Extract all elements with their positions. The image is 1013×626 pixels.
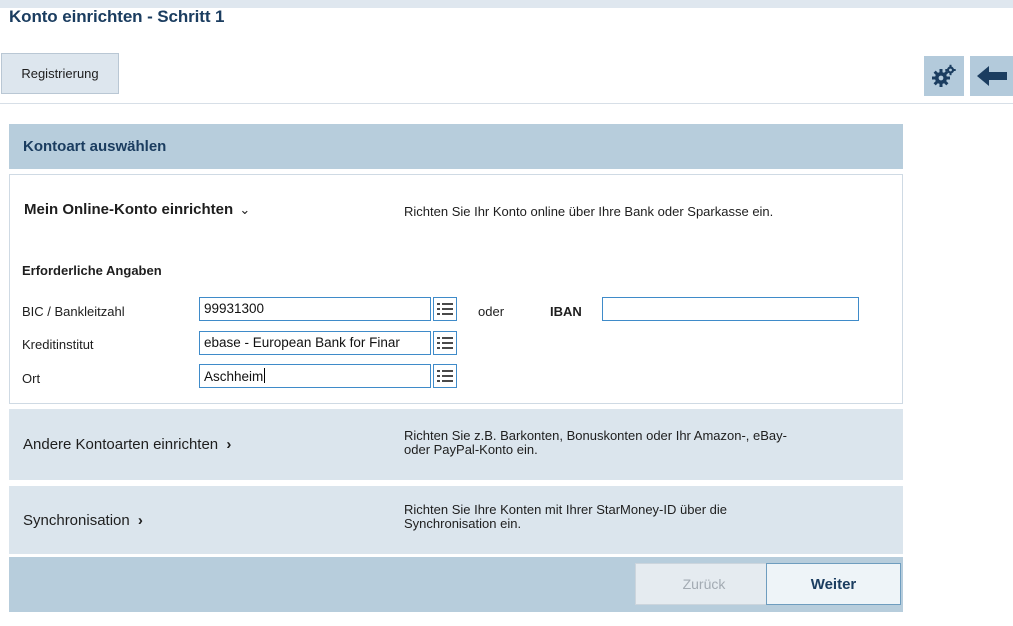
other-accounts-desc-line2: oder PayPal-Konto ein. — [404, 442, 538, 457]
sync-text: Synchronisation — [23, 512, 130, 529]
or-text: oder — [478, 304, 505, 319]
iban-input[interactable] — [602, 297, 859, 321]
other-accounts-label: Andere Kontoarten einrichten › — [23, 436, 231, 453]
bic-list-button[interactable] — [433, 297, 457, 321]
gears-icon — [932, 64, 956, 87]
text-caret — [264, 368, 266, 383]
chevron-down-icon: ⌄ — [239, 202, 251, 217]
online-konto-toggle[interactable]: Mein Online-Konto einrichten ⌄ — [24, 201, 250, 218]
other-accounts-description: Richten Sie z.B. Barkonten, Bonuskonten … — [404, 429, 787, 457]
online-konto-title: Mein Online-Konto einrichten — [24, 201, 234, 218]
footer-bar: Zurück Weiter — [9, 557, 903, 612]
divider — [0, 103, 1013, 104]
list-icon — [437, 337, 453, 349]
window-title: Konto einrichten - Schritt 1 — [9, 7, 225, 26]
panel-heading: Kontoart auswählen — [9, 124, 903, 169]
other-accounts-text: Andere Kontoarten einrichten — [23, 436, 219, 453]
ort-label: Ort — [22, 371, 41, 386]
list-icon — [437, 303, 453, 315]
list-icon — [437, 370, 453, 382]
sync-option[interactable]: Synchronisation › Richten Sie Ihre Konte… — [9, 486, 903, 554]
other-accounts-option[interactable]: Andere Kontoarten einrichten › Richten S… — [9, 409, 903, 480]
chevron-right-icon: › — [137, 512, 143, 529]
sync-desc-line1: Richten Sie Ihre Konten mit Ihrer StarMo… — [404, 502, 727, 517]
arrow-left-icon — [976, 66, 1007, 86]
kreditinstitut-list-button[interactable] — [433, 331, 457, 355]
back-button[interactable]: Zurück — [635, 563, 773, 605]
sync-description: Richten Sie Ihre Konten mit Ihrer StarMo… — [404, 503, 727, 531]
bic-label: BIC / Bankleitzahl — [22, 304, 125, 319]
tab-registrierung[interactable]: Registrierung — [1, 53, 119, 94]
settings-button[interactable] — [924, 56, 964, 96]
required-heading: Erforderliche Angaben — [22, 263, 162, 278]
sync-label: Synchronisation › — [23, 512, 143, 529]
next-button[interactable]: Weiter — [766, 563, 901, 605]
bic-input[interactable]: 99931300 — [199, 297, 431, 321]
chevron-right-icon: › — [226, 436, 232, 453]
iban-label: IBAN — [550, 304, 582, 319]
kreditinstitut-input[interactable]: ebase - European Bank for Finar — [199, 331, 431, 355]
ort-input[interactable]: Aschheim — [199, 364, 431, 388]
online-konto-description: Richten Sie Ihr Konto online über Ihre B… — [404, 204, 774, 219]
ort-list-button[interactable] — [433, 364, 457, 388]
sync-desc-line2: Synchronisation ein. — [404, 516, 522, 531]
back-arrow-button[interactable] — [970, 56, 1013, 96]
ort-value: Aschheim — [204, 369, 264, 384]
other-accounts-desc-line1: Richten Sie z.B. Barkonten, Bonuskonten … — [404, 428, 787, 443]
kreditinstitut-label: Kreditinstitut — [22, 337, 94, 352]
